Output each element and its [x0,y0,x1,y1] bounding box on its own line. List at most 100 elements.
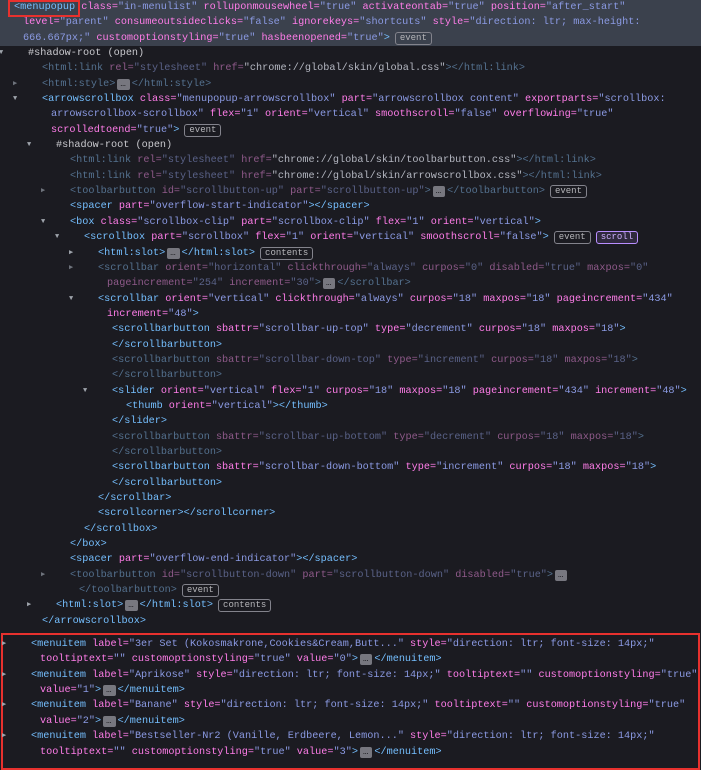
collapsed-ellipsis-badge[interactable]: … [103,685,115,696]
expand-arrow-open-icon[interactable]: ▼ [102,384,112,399]
closing-tag-arrowscrollbox[interactable]: </arrowscrollbox> [0,614,701,629]
expand-arrow-open-icon[interactable]: ▼ [4,0,14,15]
markup-node-spacer[interactable]: <spacer part="overflow-start-indicator">… [0,199,701,214]
tag-open-text: <box [70,217,94,228]
markup-node-scrollbarbutton[interactable]: <scrollbarbutton sbattr="scrollbar-up-bo… [0,430,701,461]
attribute-value: "scrollbar-down-bottom" [259,462,400,473]
expand-arrow-open-icon[interactable]: ▼ [88,292,98,307]
markup-node-slider[interactable]: ▼<slider orient="vertical" flex="1" curp… [0,384,701,399]
expand-arrow-closed-icon[interactable]: ▶ [21,668,31,683]
collapsed-ellipsis-badge[interactable]: … [125,600,137,611]
attribute-name: id= [156,570,180,581]
event-badge[interactable]: event [184,124,221,137]
closing-tag-scrollbox[interactable]: </scrollbox> [0,522,701,537]
attribute-value: "1" [406,217,424,228]
attribute-name: curpos= [503,462,552,473]
closing-tag-scrollbar[interactable]: </scrollbar> [0,491,701,506]
shadow-root-node[interactable]: ▼#shadow-root (open) [0,138,701,153]
markup-node-arrowscrollbox[interactable]: ▼<arrowscrollbox class="menupopup-arrows… [0,92,701,138]
closing-tag-box[interactable]: </box> [0,537,701,552]
attribute-value: "0" [333,654,351,665]
markup-node-menupopup[interactable]: ▼<menupopup class="in-menulist" rollupon… [0,0,701,46]
markup-node-toolbarbutton[interactable]: ▶<toolbarbutton id="scrollbutton-down" p… [0,568,701,599]
shadow-root-node[interactable]: ▼#shadow-root (open) [0,46,701,61]
markup-node-spacer[interactable]: <spacer part="overflow-end-indicator"></… [0,552,701,567]
markup-node-html-slot[interactable]: ▶<html:slot>…</html:slot>contents [0,598,701,613]
markup-node-scrollbar[interactable]: ▼<scrollbar orient="vertical" clickthrou… [0,292,701,323]
attribute-name: customoptionstyling= [90,33,218,44]
scroll-badge[interactable]: scroll [596,231,638,244]
markup-node-menuitem[interactable]: ▶<menuitem label="Banane" style="directi… [3,698,698,729]
attribute-name: part= [113,201,150,212]
contents-badge[interactable]: contents [218,599,271,612]
attribute-name: rel= [103,63,134,74]
attribute-value: "Aprikose" [129,670,190,681]
attribute-value: "scrollbox-clip" [272,217,370,228]
markup-node-scrollcorner[interactable]: <scrollcorner></scrollcorner> [0,506,701,521]
expand-arrow-open-icon[interactable]: ▼ [46,138,56,153]
markup-node-toolbarbutton[interactable]: ▶<toolbarbutton id="scrollbutton-up" par… [0,184,701,199]
attribute-value: "true" [320,2,357,13]
markup-node-html-link[interactable]: <html:link rel="stylesheet" href="chrome… [0,153,701,168]
collapsed-ellipsis-badge[interactable]: … [433,186,445,197]
collapsed-ellipsis-badge[interactable]: … [167,248,179,259]
attribute-value: "decrement" [424,432,491,443]
event-badge[interactable]: event [554,231,591,244]
markup-node-scrollbarbutton[interactable]: <scrollbarbutton sbattr="scrollbar-down-… [0,353,701,384]
attribute-name: maxpos= [577,462,626,473]
markup-node-html-slot[interactable]: ▶<html:slot>…</html:slot>contents [0,246,701,261]
attribute-name: part= [296,570,333,581]
closing-tag-slider[interactable]: </slider> [0,414,701,429]
expand-arrow-closed-icon[interactable]: ▶ [88,246,98,261]
attribute-value: "stylesheet" [134,63,207,74]
collapsed-ellipsis-badge[interactable]: … [360,747,372,758]
expand-arrow-closed-icon[interactable]: ▶ [21,637,31,652]
attribute-name: customoptionstyling= [126,654,254,665]
expand-arrow-open-icon[interactable]: ▼ [32,92,42,107]
expand-arrow-open-icon[interactable]: ▼ [18,46,28,61]
attribute-value: "vertical" [308,109,369,120]
markup-node-html-link[interactable]: <html:link rel="stylesheet" href="chrome… [0,61,701,76]
expand-arrow-closed-icon[interactable]: ▶ [88,261,98,276]
markup-node-html-link[interactable]: <html:link rel="stylesheet" href="chrome… [0,169,701,184]
markup-node-scrollbox[interactable]: ▼<scrollbox part="scrollbox" flex="1" or… [0,230,701,245]
expand-arrow-closed-icon[interactable]: ▶ [46,598,56,613]
expand-arrow-open-icon[interactable]: ▼ [60,215,70,230]
markup-node-scrollbarbutton[interactable]: <scrollbarbutton sbattr="scrollbar-up-to… [0,322,701,353]
event-badge[interactable]: event [182,584,219,597]
attribute-name: ignorekeys= [286,17,359,28]
markup-node-scrollbar[interactable]: ▶<scrollbar orient="horizontal" clickthr… [0,261,701,292]
expand-arrow-closed-icon[interactable]: ▶ [60,184,70,199]
attribute-value: "18" [453,294,477,305]
event-badge[interactable]: event [395,32,432,45]
expand-arrow-closed-icon[interactable]: ▶ [32,77,42,92]
collapsed-ellipsis-badge[interactable]: … [103,716,115,727]
expand-arrow-closed-icon[interactable]: ▶ [60,568,70,583]
markup-node-box[interactable]: ▼<box class="scrollbox-clip" part="scrol… [0,215,701,230]
attribute-name: style= [190,670,233,681]
collapsed-ellipsis-badge[interactable]: … [360,654,372,665]
attribute-name: sbattr= [210,324,259,335]
attribute-value: "true" [544,263,581,274]
markup-node-html-style[interactable]: ▶<html:style>…</html:style> [0,77,701,92]
expand-arrow-open-icon[interactable]: ▼ [74,230,84,245]
collapsed-ellipsis-badge[interactable]: … [117,79,129,90]
tag-bracket: > [425,186,431,197]
attribute-name: part= [235,217,272,228]
event-badge[interactable]: event [550,185,587,198]
expand-arrow-closed-icon[interactable]: ▶ [21,698,31,713]
attribute-name: part= [145,232,182,243]
markup-node-menuitem[interactable]: ▶<menuitem label="Aprikose" style="direc… [3,668,698,699]
attribute-name: customoptionstyling= [532,670,660,681]
attribute-name: label= [86,639,129,650]
attribute-value: "18" [552,462,576,473]
contents-badge[interactable]: contents [260,247,313,260]
attribute-value: "scrollbar-up-bottom" [259,432,387,443]
attribute-value: "true" [254,654,291,665]
collapsed-ellipsis-badge[interactable]: … [323,278,335,289]
markup-node-menuitem[interactable]: ▶<menuitem label="Bestseller-Nr2 (Vanill… [3,729,698,760]
markup-node-scrollbarbutton[interactable]: <scrollbarbutton sbattr="scrollbar-down-… [0,460,701,491]
collapsed-ellipsis-badge[interactable]: … [555,570,567,581]
markup-node-thumb[interactable]: <thumb orient="vertical"></thumb> [0,399,701,414]
markup-node-menuitem[interactable]: ▶<menuitem label="3er Set (Kokosmakrone,… [3,637,698,668]
